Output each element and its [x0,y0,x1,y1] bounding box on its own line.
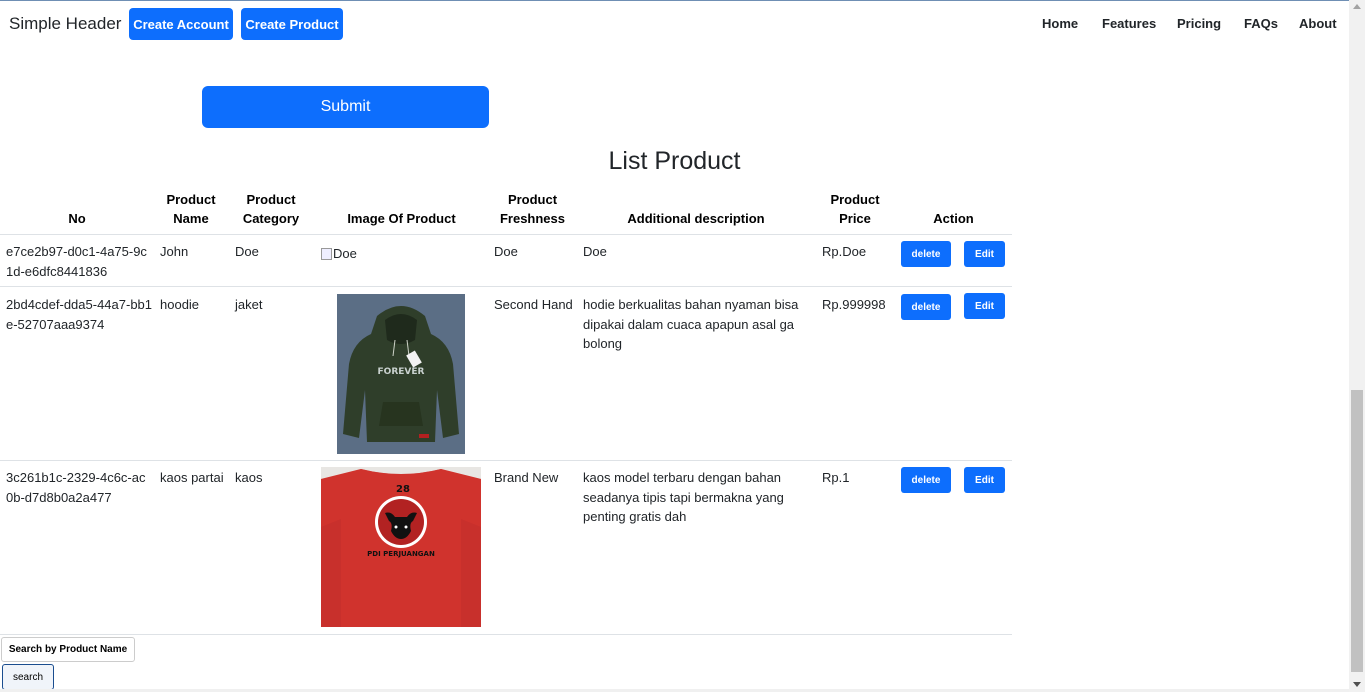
row-price: Rp.999998 [822,297,886,312]
scroll-down-arrow-icon[interactable] [1353,682,1361,687]
col-freshness: Product Freshness [499,192,566,226]
broken-image-icon [321,247,332,260]
svg-text:FOREVER: FOREVER [378,367,425,377]
search-button[interactable]: search [2,664,54,690]
row-price: Rp.1 [822,470,850,485]
svg-text:PDI PERJUANGAN: PDI PERJUANGAN [367,550,435,558]
table-bottom-divider [0,634,1012,635]
nav-pricing[interactable]: Pricing [1177,16,1221,31]
delete-button[interactable]: delete [901,241,951,267]
row-divider [0,460,1012,461]
scrollbar-thumb[interactable] [1351,390,1363,672]
row-category: Doe [235,244,259,259]
delete-button[interactable]: delete [901,294,951,320]
nav-features[interactable]: Features [1102,16,1156,31]
hoodie-image: FOREVER [337,294,465,454]
delete-button[interactable]: delete [901,467,951,493]
row-category: kaos [235,470,263,485]
edit-button[interactable]: Edit [964,293,1005,319]
row-name: John [160,244,189,259]
row-freshness: Second Hand [494,297,573,312]
col-image: Image Of Product [347,211,456,226]
broken-image: Doe [321,246,357,261]
row-name: kaos partai [160,470,224,485]
scroll-up-arrow-icon[interactable] [1353,4,1361,9]
edit-button[interactable]: Edit [964,241,1005,267]
row-id: e7ce2b97-d0c1-4a75-9c1d-e6dfc8441836 [6,244,147,279]
row-divider [0,286,1012,287]
row-name: hoodie [160,297,200,312]
row-freshness: Brand New [494,470,559,485]
list-title: List Product [608,147,741,175]
row-id: 2bd4cdef-dda5-44a7-bb1e-52707aaa9374 [6,297,153,332]
col-product-category: Product Category [242,192,300,226]
row-id: 3c261b1c-2329-4c6c-ac0b-d7d8b0a2a477 [6,470,146,505]
col-description: Additional description [627,211,765,226]
row-description: hodie berkualitas bahan nyaman bisa dipa… [583,297,799,351]
col-no: No [68,211,86,226]
svg-text:28: 28 [396,484,410,495]
site-header: Simple Header Create Account Create Prod… [0,1,1349,46]
create-account-button[interactable]: Create Account [129,8,233,40]
row-freshness: Doe [494,244,518,259]
nav-about[interactable]: About [1299,16,1337,31]
nav-home[interactable]: Home [1042,16,1078,31]
tshirt-image: 28 PDI PERJUANGAN [321,467,481,627]
edit-button[interactable]: Edit [964,467,1005,493]
row-category: jaket [235,297,263,312]
nav-faqs[interactable]: FAQs [1244,16,1278,31]
table-header-divider [0,234,1012,235]
row-description: Doe [583,244,607,259]
row-description: kaos model terbaru dengan bahan seadanya… [583,470,784,524]
search-product-name-field[interactable]: Search by Product Name [1,637,135,662]
col-product-name: Product Name [166,192,216,226]
col-action: Action [933,211,974,226]
row-price: Rp.Doe [822,244,867,259]
create-product-button[interactable]: Create Product [241,8,343,40]
brand-title[interactable]: Simple Header [9,14,121,34]
col-price: Product Price [830,192,880,226]
submit-button[interactable]: Submit [202,86,489,128]
